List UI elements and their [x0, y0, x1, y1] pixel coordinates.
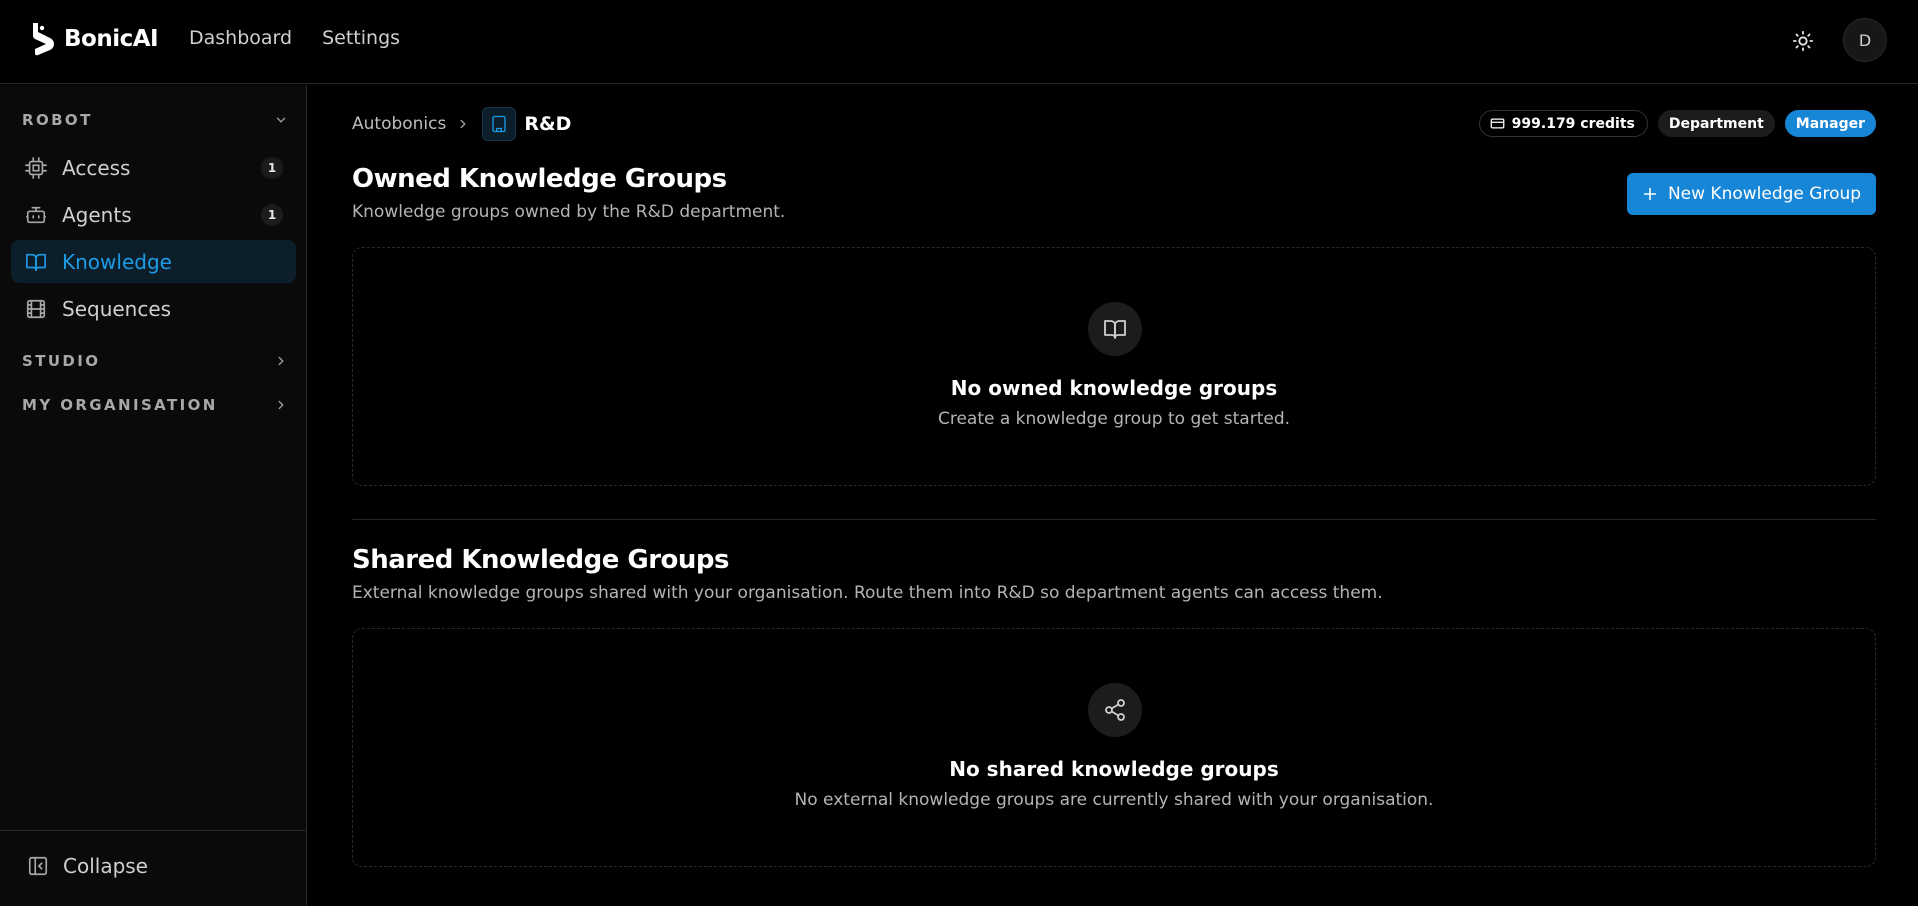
- breadcrumb: Autobonics R&D: [352, 107, 571, 141]
- sun-icon: [1792, 30, 1814, 52]
- top-nav: Dashboard Settings: [189, 27, 400, 49]
- owned-section-subtitle: Knowledge groups owned by the R&D depart…: [352, 202, 786, 222]
- plus-icon: [1643, 187, 1657, 201]
- sidebar-item-label: Sequences: [62, 296, 172, 321]
- sidebar-section-my-organisation[interactable]: MY ORGANISATION: [22, 393, 288, 417]
- sidebar-item-access[interactable]: Access 1: [11, 146, 296, 189]
- section-label: STUDIO: [22, 352, 101, 370]
- user-avatar[interactable]: D: [1843, 18, 1887, 62]
- cpu-icon: [25, 156, 47, 179]
- sidebar-item-label: Agents: [62, 202, 132, 227]
- chevron-right-icon: [274, 398, 288, 412]
- sidebar: ROBOT Access 1 Agents 1 Knowledge Sequen…: [0, 85, 307, 906]
- chevron-down-icon: [274, 113, 288, 127]
- new-knowledge-group-button[interactable]: New Knowledge Group: [1627, 173, 1876, 215]
- type-badge: Department: [1657, 110, 1775, 137]
- breadcrumb-department: R&D: [524, 113, 572, 135]
- share-icon: [1088, 683, 1142, 737]
- credit-card-icon: [1490, 118, 1505, 129]
- sidebar-item-sequences[interactable]: Sequences: [11, 287, 296, 330]
- shared-empty-state: No shared knowledge groups No external k…: [352, 628, 1876, 867]
- empty-title: No shared knowledge groups: [949, 757, 1279, 781]
- section-label: ROBOT: [22, 111, 93, 129]
- collapse-button[interactable]: Collapse: [27, 854, 148, 878]
- shared-section-subtitle: External knowledge groups shared with yo…: [352, 583, 1383, 603]
- section-divider: [352, 519, 1876, 520]
- credits-text: 999.179 credits: [1511, 115, 1635, 132]
- sidebar-item-agents[interactable]: Agents 1: [11, 193, 296, 236]
- section-label: MY ORGANISATION: [22, 396, 218, 414]
- chevron-right-icon: [456, 117, 470, 131]
- empty-subtitle: No external knowledge groups are current…: [794, 790, 1434, 810]
- film-icon: [25, 298, 47, 320]
- shared-section-title: Shared Knowledge Groups: [352, 545, 730, 575]
- nav-dashboard-link[interactable]: Dashboard: [189, 27, 292, 49]
- sidebar-item-label: Knowledge: [62, 249, 172, 274]
- chevron-right-icon: [274, 354, 288, 368]
- empty-subtitle: Create a knowledge group to get started.: [937, 409, 1291, 429]
- sidebar-item-knowledge[interactable]: Knowledge: [11, 240, 296, 283]
- credits-badge: 999.179 credits: [1478, 110, 1648, 137]
- app-logo[interactable]: BonicAI: [30, 22, 159, 56]
- book-open-icon: [25, 251, 47, 273]
- sidebar-section-studio[interactable]: STUDIO: [22, 349, 288, 373]
- sidebar-section-robot[interactable]: ROBOT: [22, 108, 288, 132]
- panel-left-close-icon: [28, 856, 48, 876]
- book-open-icon: [1088, 302, 1142, 356]
- owned-section-title: Owned Knowledge Groups: [352, 164, 727, 194]
- nav-settings-link[interactable]: Settings: [322, 27, 400, 49]
- app-name: BonicAI: [64, 26, 159, 52]
- empty-title: No owned knowledge groups: [950, 376, 1278, 400]
- owned-empty-state: No owned knowledge groups Create a knowl…: [352, 247, 1876, 486]
- count-badge: 1: [261, 204, 283, 226]
- top-bar: BonicAI Dashboard Settings D: [0, 0, 1918, 84]
- bot-icon: [25, 204, 47, 226]
- role-badge: Manager: [1784, 110, 1876, 137]
- main-content: Autobonics R&D 999.179 credits Departmen…: [352, 85, 1876, 906]
- breadcrumb-org-link[interactable]: Autobonics: [352, 114, 446, 134]
- theme-toggle-button[interactable]: [1790, 28, 1816, 54]
- collapse-label: Collapse: [63, 854, 148, 878]
- sidebar-item-label: Access: [62, 155, 131, 180]
- building-icon: [482, 107, 517, 141]
- sidebar-footer: Collapse: [0, 830, 306, 906]
- header-badges: 999.179 credits Department Manager: [1478, 110, 1876, 137]
- count-badge: 1: [261, 157, 283, 179]
- new-button-label: New Knowledge Group: [1667, 184, 1862, 204]
- bonicai-logo-icon: [33, 23, 54, 56]
